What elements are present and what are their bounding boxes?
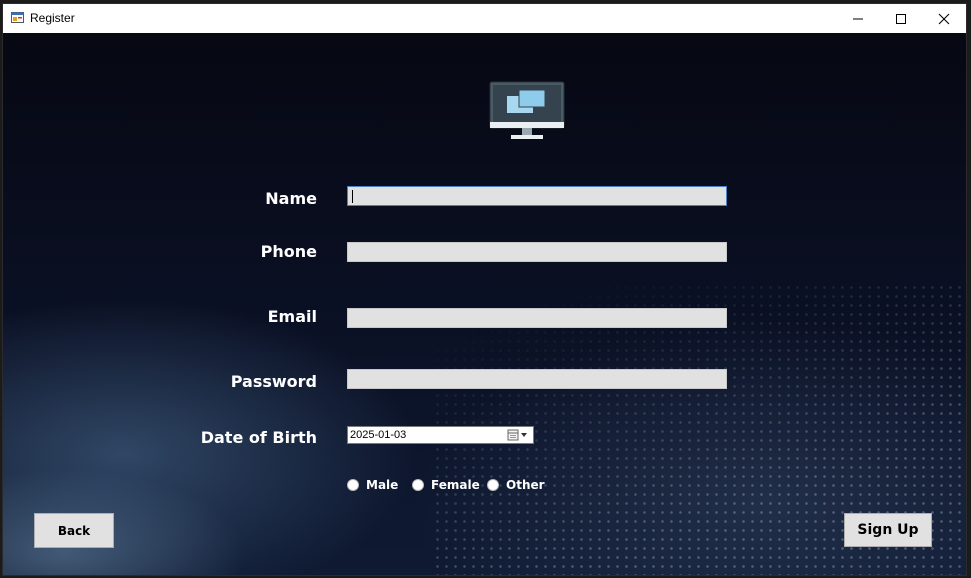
dob-value: 2025-01-03 [350, 429, 407, 441]
radio-circle-icon[interactable] [412, 479, 424, 491]
dob-datepicker[interactable]: 2025-01-03 [347, 426, 534, 444]
email-input[interactable] [347, 308, 727, 328]
name-label: Name [265, 189, 317, 208]
radio-male[interactable]: Male [347, 478, 398, 492]
minimize-button[interactable] [836, 4, 880, 33]
monitor-icon [489, 81, 565, 139]
title-bar[interactable]: Register [3, 4, 966, 33]
phone-input[interactable] [347, 242, 727, 262]
radio-male-label: Male [366, 478, 399, 492]
calendar-icon[interactable] [507, 428, 531, 442]
sign-up-button[interactable]: Sign Up [844, 513, 932, 547]
maximize-icon [896, 13, 906, 24]
text-caret [352, 190, 353, 203]
radio-female-label: Female [431, 478, 480, 492]
minimize-icon [853, 18, 863, 19]
maximize-button[interactable] [879, 4, 923, 33]
back-button[interactable]: Back [34, 513, 114, 548]
window-title: Register [30, 11, 75, 25]
email-label: Email [267, 307, 317, 326]
radio-circle-icon[interactable] [347, 479, 359, 491]
password-label: Password [230, 372, 317, 391]
name-input[interactable] [347, 186, 727, 206]
register-form-area: Name Phone Email Password Date of Birth … [3, 33, 966, 575]
radio-other-label: Other [506, 478, 545, 492]
radio-other[interactable]: Other [487, 478, 545, 492]
close-button[interactable] [922, 4, 966, 33]
close-icon [938, 13, 950, 24]
dob-label: Date of Birth [200, 428, 317, 447]
password-input[interactable] [347, 369, 727, 389]
register-window: Register Name Phone Email Password Date … [2, 3, 967, 576]
radio-female[interactable]: Female [412, 478, 480, 492]
radio-circle-icon[interactable] [487, 479, 499, 491]
form-icon [11, 12, 24, 23]
phone-label: Phone [260, 242, 317, 261]
